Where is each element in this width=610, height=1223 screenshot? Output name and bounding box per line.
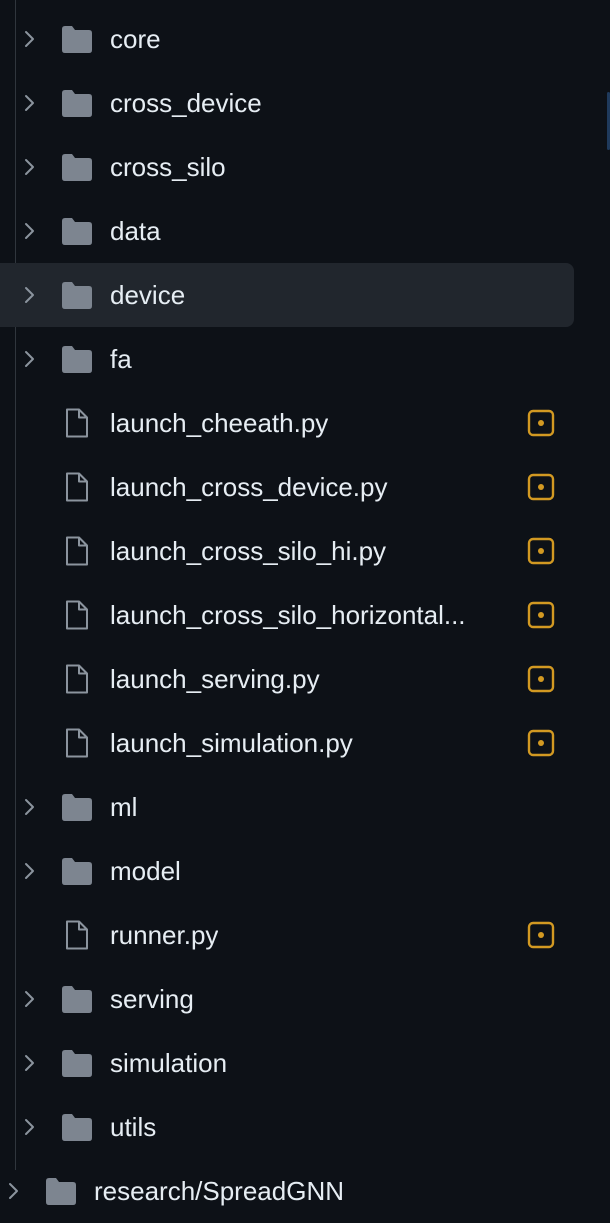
tree-file-row[interactable]: launch_cross_silo_hi.py bbox=[0, 519, 574, 583]
file-name: runner.py bbox=[110, 920, 219, 950]
chevron-right-icon[interactable] bbox=[20, 29, 40, 49]
folder-icon bbox=[60, 152, 94, 182]
file-icon bbox=[60, 920, 94, 950]
chevron-right-icon[interactable] bbox=[20, 797, 40, 817]
tree-folder-row[interactable]: model bbox=[0, 839, 574, 903]
file-name: launch_cross_silo_hi.py bbox=[110, 536, 387, 566]
tree-file-row[interactable]: launch_cross_silo_horizontal... bbox=[0, 583, 574, 647]
folder-icon bbox=[60, 856, 94, 886]
file-name: launch_serving.py bbox=[110, 664, 320, 694]
tree-folder-row[interactable]: ml bbox=[0, 775, 574, 839]
file-tree: core cross_device cross_silodata device fa la… bbox=[0, 0, 610, 1218]
tree-folder-row[interactable]: cross_device bbox=[0, 71, 574, 135]
folder-icon bbox=[60, 792, 94, 822]
tree-folder-row[interactable]: data bbox=[0, 199, 574, 263]
folder-name: cross_silo bbox=[110, 152, 226, 182]
folder-icon bbox=[60, 1112, 94, 1142]
tree-folder-row[interactable]: core bbox=[0, 7, 574, 71]
chevron-right-icon[interactable] bbox=[20, 93, 40, 113]
folder-name: cross_device bbox=[110, 88, 262, 118]
tree-folder-row[interactable]: simulation bbox=[0, 1031, 574, 1095]
chevron-right-icon[interactable] bbox=[20, 349, 40, 369]
folder-icon bbox=[60, 984, 94, 1014]
folder-icon bbox=[60, 24, 94, 54]
tree-folder-row[interactable]: fa bbox=[0, 327, 574, 391]
file-icon bbox=[60, 600, 94, 630]
modified-status-icon bbox=[527, 665, 555, 693]
chevron-right-icon[interactable] bbox=[20, 1053, 40, 1073]
folder-name: device bbox=[110, 280, 186, 310]
folder-name: fa bbox=[110, 344, 132, 374]
modified-status-icon bbox=[527, 409, 555, 437]
folder-icon bbox=[60, 216, 94, 246]
chevron-right-icon[interactable] bbox=[20, 989, 40, 1009]
file-name: launch_cross_silo_horizontal... bbox=[110, 600, 466, 630]
tree-file-row[interactable]: launch_cheeath.py bbox=[0, 391, 574, 455]
tree-folder-row[interactable]: cross_silo bbox=[0, 135, 574, 199]
folder-icon bbox=[44, 1176, 78, 1206]
modified-status-icon bbox=[527, 601, 555, 629]
folder-name: core bbox=[110, 24, 161, 54]
chevron-right-icon[interactable] bbox=[20, 221, 40, 241]
chevron-right-icon[interactable] bbox=[20, 861, 40, 881]
folder-icon bbox=[60, 280, 94, 310]
chevron-right-icon[interactable] bbox=[20, 157, 40, 177]
folder-icon bbox=[60, 1048, 94, 1078]
chevron-right-icon[interactable] bbox=[4, 1181, 24, 1201]
file-name: launch_cross_device.py bbox=[110, 472, 388, 502]
tree-folder-row[interactable]: serving bbox=[0, 967, 574, 1031]
tree-file-row[interactable]: launch_simulation.py bbox=[0, 711, 574, 775]
folder-name: data bbox=[110, 216, 161, 246]
file-icon bbox=[60, 472, 94, 502]
modified-status-icon bbox=[527, 729, 555, 757]
file-icon bbox=[60, 664, 94, 694]
tree-folder-row[interactable]: device bbox=[0, 263, 574, 327]
tree-file-row[interactable]: launch_serving.py bbox=[0, 647, 574, 711]
modified-status-icon bbox=[527, 473, 555, 501]
file-icon bbox=[60, 728, 94, 758]
file-icon bbox=[60, 536, 94, 566]
folder-name: utils bbox=[110, 1112, 157, 1142]
tree-file-row[interactable]: runner.py bbox=[0, 903, 574, 967]
folder-name: serving bbox=[110, 984, 194, 1014]
file-name: launch_simulation.py bbox=[110, 728, 353, 758]
folder-icon bbox=[60, 88, 94, 118]
file-icon bbox=[60, 408, 94, 438]
folder-name: model bbox=[110, 856, 181, 886]
folder-name: research/SpreadGNN bbox=[94, 1176, 344, 1206]
file-name: launch_cheeath.py bbox=[110, 408, 329, 438]
tree-folder-row[interactable]: utils bbox=[0, 1095, 574, 1159]
modified-status-icon bbox=[527, 537, 555, 565]
tree-file-row[interactable]: launch_cross_device.py bbox=[0, 455, 574, 519]
modified-status-icon bbox=[527, 921, 555, 949]
chevron-right-icon[interactable] bbox=[20, 285, 40, 305]
chevron-right-icon[interactable] bbox=[20, 1117, 40, 1137]
folder-icon bbox=[60, 344, 94, 374]
folder-name: simulation bbox=[110, 1048, 228, 1078]
folder-name: ml bbox=[110, 792, 138, 822]
tree-folder-row[interactable]: research/SpreadGNN bbox=[0, 1159, 574, 1223]
